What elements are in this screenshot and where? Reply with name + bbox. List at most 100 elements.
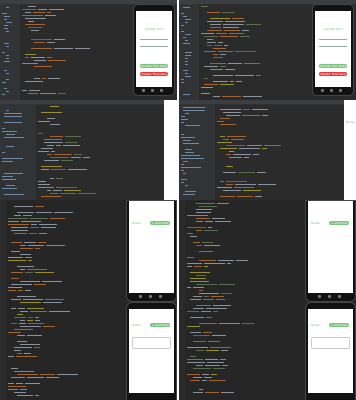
tree-item[interactable]: [181, 137, 195, 138]
delete-button[interactable]: Delete This Data: [140, 72, 168, 76]
update-button[interactable]: Update This Data: [319, 64, 347, 68]
tree-item[interactable]: [185, 125, 200, 126]
tree-item[interactable]: [183, 94, 190, 95]
add-note-button[interactable]: + Add Note: [329, 221, 349, 225]
code-editor[interactable]: [187, 202, 303, 400]
tree-item[interactable]: [4, 28, 8, 29]
tree-item[interactable]: [185, 52, 192, 53]
tree-item[interactable]: [183, 107, 205, 108]
tree-item[interactable]: [2, 161, 13, 162]
tree-item[interactable]: [2, 94, 5, 95]
tree-item[interactable]: [2, 179, 16, 180]
tree-item[interactable]: [6, 91, 9, 92]
tree-item[interactable]: [4, 122, 22, 123]
title-input[interactable]: [319, 39, 347, 40]
tree-item[interactable]: [185, 113, 189, 114]
tree-item[interactable]: [183, 140, 191, 141]
tree-item[interactable]: [4, 25, 8, 26]
tree-item[interactable]: [181, 170, 184, 171]
delete-button[interactable]: Delete This Data: [319, 72, 347, 76]
tree-item[interactable]: [6, 185, 15, 186]
tree-item[interactable]: [183, 70, 188, 71]
tree-item[interactable]: [185, 40, 188, 41]
tree-item[interactable]: [2, 131, 17, 132]
tree-item[interactable]: [185, 61, 188, 62]
tree-item[interactable]: [185, 34, 191, 35]
tree-item[interactable]: [183, 173, 186, 174]
tree-item[interactable]: [181, 158, 204, 159]
tree-item[interactable]: [183, 110, 205, 111]
tree-item[interactable]: [185, 55, 191, 56]
tree-item[interactable]: [6, 22, 12, 23]
tree-item[interactable]: [183, 43, 190, 44]
tree-item[interactable]: [4, 70, 7, 71]
project-tree[interactable]: [0, 4, 14, 100]
tree-item[interactable]: [4, 16, 10, 17]
tree-item[interactable]: [6, 146, 14, 147]
tree-item[interactable]: [181, 82, 184, 83]
tree-item[interactable]: [2, 188, 17, 189]
tree-item[interactable]: [181, 167, 201, 168]
code-editor[interactable]: [217, 105, 341, 200]
tree-item[interactable]: [4, 43, 9, 44]
note-card[interactable]: [132, 337, 171, 349]
tree-item[interactable]: [185, 64, 188, 65]
tree-item[interactable]: [4, 61, 10, 62]
tree-item[interactable]: [6, 110, 9, 111]
tree-item[interactable]: [183, 194, 195, 195]
tree-item[interactable]: [181, 25, 184, 26]
tree-item[interactable]: [6, 46, 9, 47]
body-input[interactable]: [319, 46, 347, 47]
tree-item[interactable]: [6, 7, 9, 8]
tree-item[interactable]: [4, 173, 23, 174]
code-editor[interactable]: [38, 105, 162, 200]
tree-item[interactable]: [6, 58, 9, 59]
tree-item[interactable]: [2, 152, 5, 153]
tree-item[interactable]: [185, 191, 196, 192]
tree-item[interactable]: [2, 82, 6, 83]
tree-item[interactable]: [2, 158, 23, 159]
tree-item[interactable]: [183, 143, 199, 144]
tree-item[interactable]: [181, 155, 200, 156]
tree-item[interactable]: [4, 194, 24, 195]
code-editor[interactable]: [22, 5, 130, 100]
tree-item[interactable]: [183, 16, 187, 17]
tree-item[interactable]: [185, 19, 191, 20]
tree-item[interactable]: [4, 88, 7, 89]
tree-item[interactable]: [6, 31, 9, 32]
tree-item[interactable]: [4, 137, 24, 138]
tree-item[interactable]: [4, 116, 22, 117]
tree-item[interactable]: [181, 182, 184, 183]
tree-item[interactable]: [185, 76, 191, 77]
code-editor[interactable]: [8, 202, 124, 400]
tree-item[interactable]: [181, 13, 184, 14]
project-tree[interactable]: [179, 104, 209, 200]
tree-item[interactable]: [6, 79, 9, 80]
tree-item[interactable]: [183, 37, 186, 38]
tree-item[interactable]: [6, 73, 9, 74]
tree-item[interactable]: [185, 152, 194, 153]
tree-item[interactable]: [181, 164, 184, 165]
tree-item[interactable]: [181, 119, 188, 120]
tree-item[interactable]: [181, 116, 185, 117]
tree-item[interactable]: [185, 149, 192, 150]
tree-item[interactable]: [185, 185, 188, 186]
note-card[interactable]: [311, 337, 350, 349]
tree-item[interactable]: [181, 179, 187, 180]
tree-item[interactable]: [2, 13, 7, 14]
tree-item[interactable]: [181, 79, 184, 80]
tree-item[interactable]: [6, 134, 15, 135]
tree-item[interactable]: [185, 22, 188, 23]
add-note-button[interactable]: + Add Note: [150, 221, 170, 225]
tree-item[interactable]: [181, 31, 184, 32]
tree-item[interactable]: [2, 52, 5, 53]
tree-item[interactable]: [183, 7, 190, 8]
tree-item[interactable]: [185, 58, 188, 59]
add-note-button[interactable]: + Add Note: [150, 323, 170, 327]
tree-item[interactable]: [4, 19, 7, 20]
tree-item[interactable]: [183, 161, 188, 162]
add-note-button[interactable]: + Add Note: [329, 323, 349, 327]
tree-item[interactable]: [181, 134, 184, 135]
tree-item[interactable]: [6, 55, 9, 56]
code-editor[interactable]: [201, 5, 309, 100]
